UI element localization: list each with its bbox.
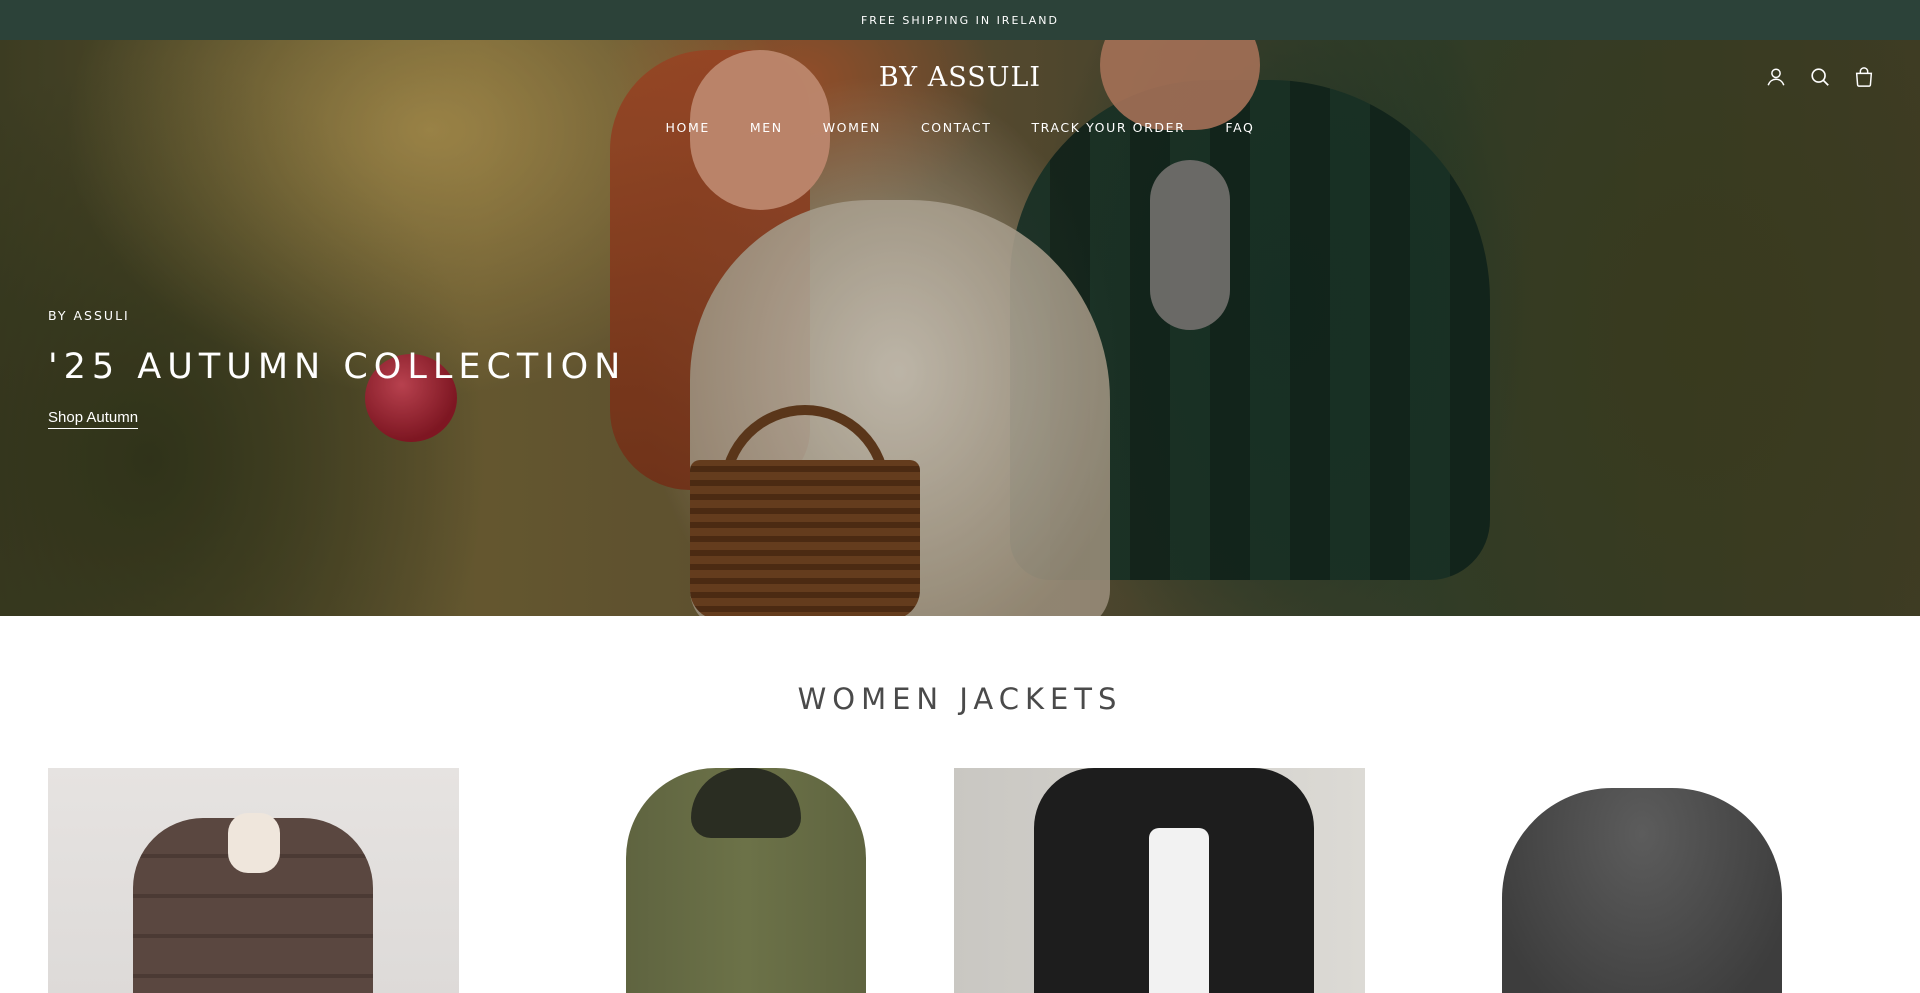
hero-title: '25 AUTUMN COLLECTION [48,347,627,387]
shop-autumn-link[interactable]: Shop Autumn [48,409,139,429]
hero-eyebrow: BY ASSULI [48,308,130,323]
product-card-green-parka[interactable] [501,768,912,993]
product-grid [48,768,1872,993]
main-nav: HOME MEN WOMEN CONTACT TRACK YOUR ORDER … [0,120,1920,135]
header-icons [1765,66,1875,88]
announcement-text: FREE SHIPPING IN IRELAND [860,13,1060,27]
announcement-bar: FREE SHIPPING IN IRELAND [0,0,1920,40]
product-card-grey-wool-coat[interactable] [1407,768,1818,993]
site-logo[interactable]: BY ASSULI [0,62,1920,93]
collection-title: WOMEN JACKETS [797,682,1123,716]
nav-contact[interactable]: CONTACT [921,120,991,135]
product-image-detail [1149,828,1209,993]
account-icon[interactable] [1765,66,1787,88]
search-icon[interactable] [1809,66,1831,88]
hero-content: BY ASSULI '25 AUTUMN COLLECTION Shop Aut… [48,308,626,429]
product-image-detail [228,813,280,873]
nav-track-order[interactable]: TRACK YOUR ORDER [1031,120,1185,135]
product-card-black-utility-jacket[interactable] [954,768,1365,993]
site-header: BY ASSULI HOME MEN WOMEN CONTACT TRACK Y… [0,40,1920,150]
nav-men[interactable]: MEN [750,120,783,135]
product-image [1502,788,1782,993]
nav-women[interactable]: WOMEN [823,120,881,135]
nav-faq[interactable]: FAQ [1225,120,1254,135]
cart-icon[interactable] [1853,66,1875,88]
nav-home[interactable]: HOME [666,120,710,135]
product-card-puffer-jacket[interactable] [48,768,459,993]
